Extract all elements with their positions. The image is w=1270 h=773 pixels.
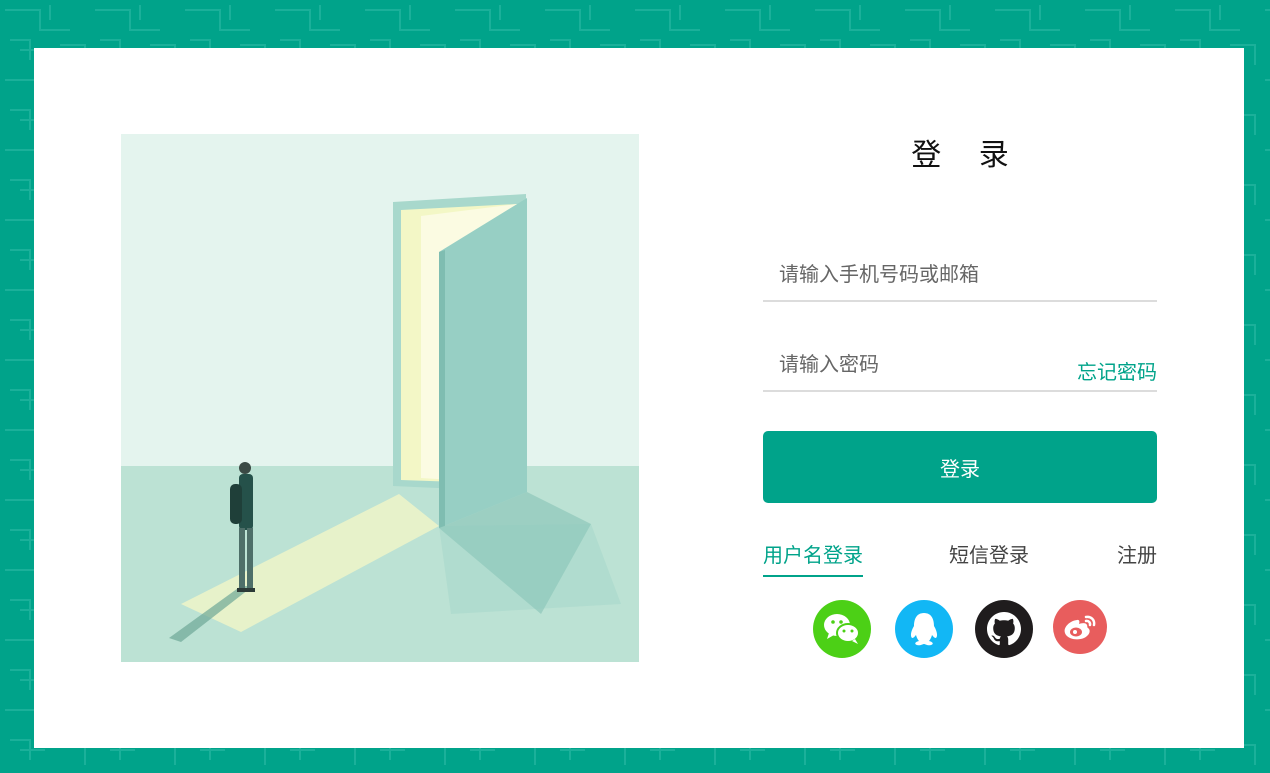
- page-title: 登 录: [911, 138, 1023, 173]
- password-field: 忘记密码: [763, 342, 1157, 392]
- account-field: [763, 252, 1157, 302]
- qq-login-button[interactable]: [895, 600, 953, 658]
- login-tabs: 用户名登录 短信登录 注册: [763, 539, 1157, 579]
- tab-register[interactable]: 注册: [1117, 539, 1157, 575]
- wechat-icon: [813, 600, 871, 658]
- tab-sms-login[interactable]: 短信登录: [949, 539, 1029, 575]
- open-door-illustration: [121, 134, 639, 662]
- forgot-password-link[interactable]: 忘记密码: [1077, 356, 1157, 385]
- password-input[interactable]: [763, 342, 1069, 386]
- qq-icon: [895, 600, 953, 658]
- weibo-login-button[interactable]: [1053, 600, 1111, 658]
- login-card: 登 录 忘记密码 登录 用户名登录 短信登录 注册: [34, 48, 1244, 748]
- social-login-group: [813, 600, 1113, 658]
- login-button[interactable]: 登录: [763, 431, 1157, 503]
- github-login-button[interactable]: [975, 600, 1033, 658]
- wechat-login-button[interactable]: [813, 600, 871, 658]
- weibo-icon: [1053, 600, 1107, 654]
- tab-username-login[interactable]: 用户名登录: [763, 539, 863, 577]
- account-input[interactable]: [763, 252, 1069, 296]
- github-icon: [975, 600, 1033, 658]
